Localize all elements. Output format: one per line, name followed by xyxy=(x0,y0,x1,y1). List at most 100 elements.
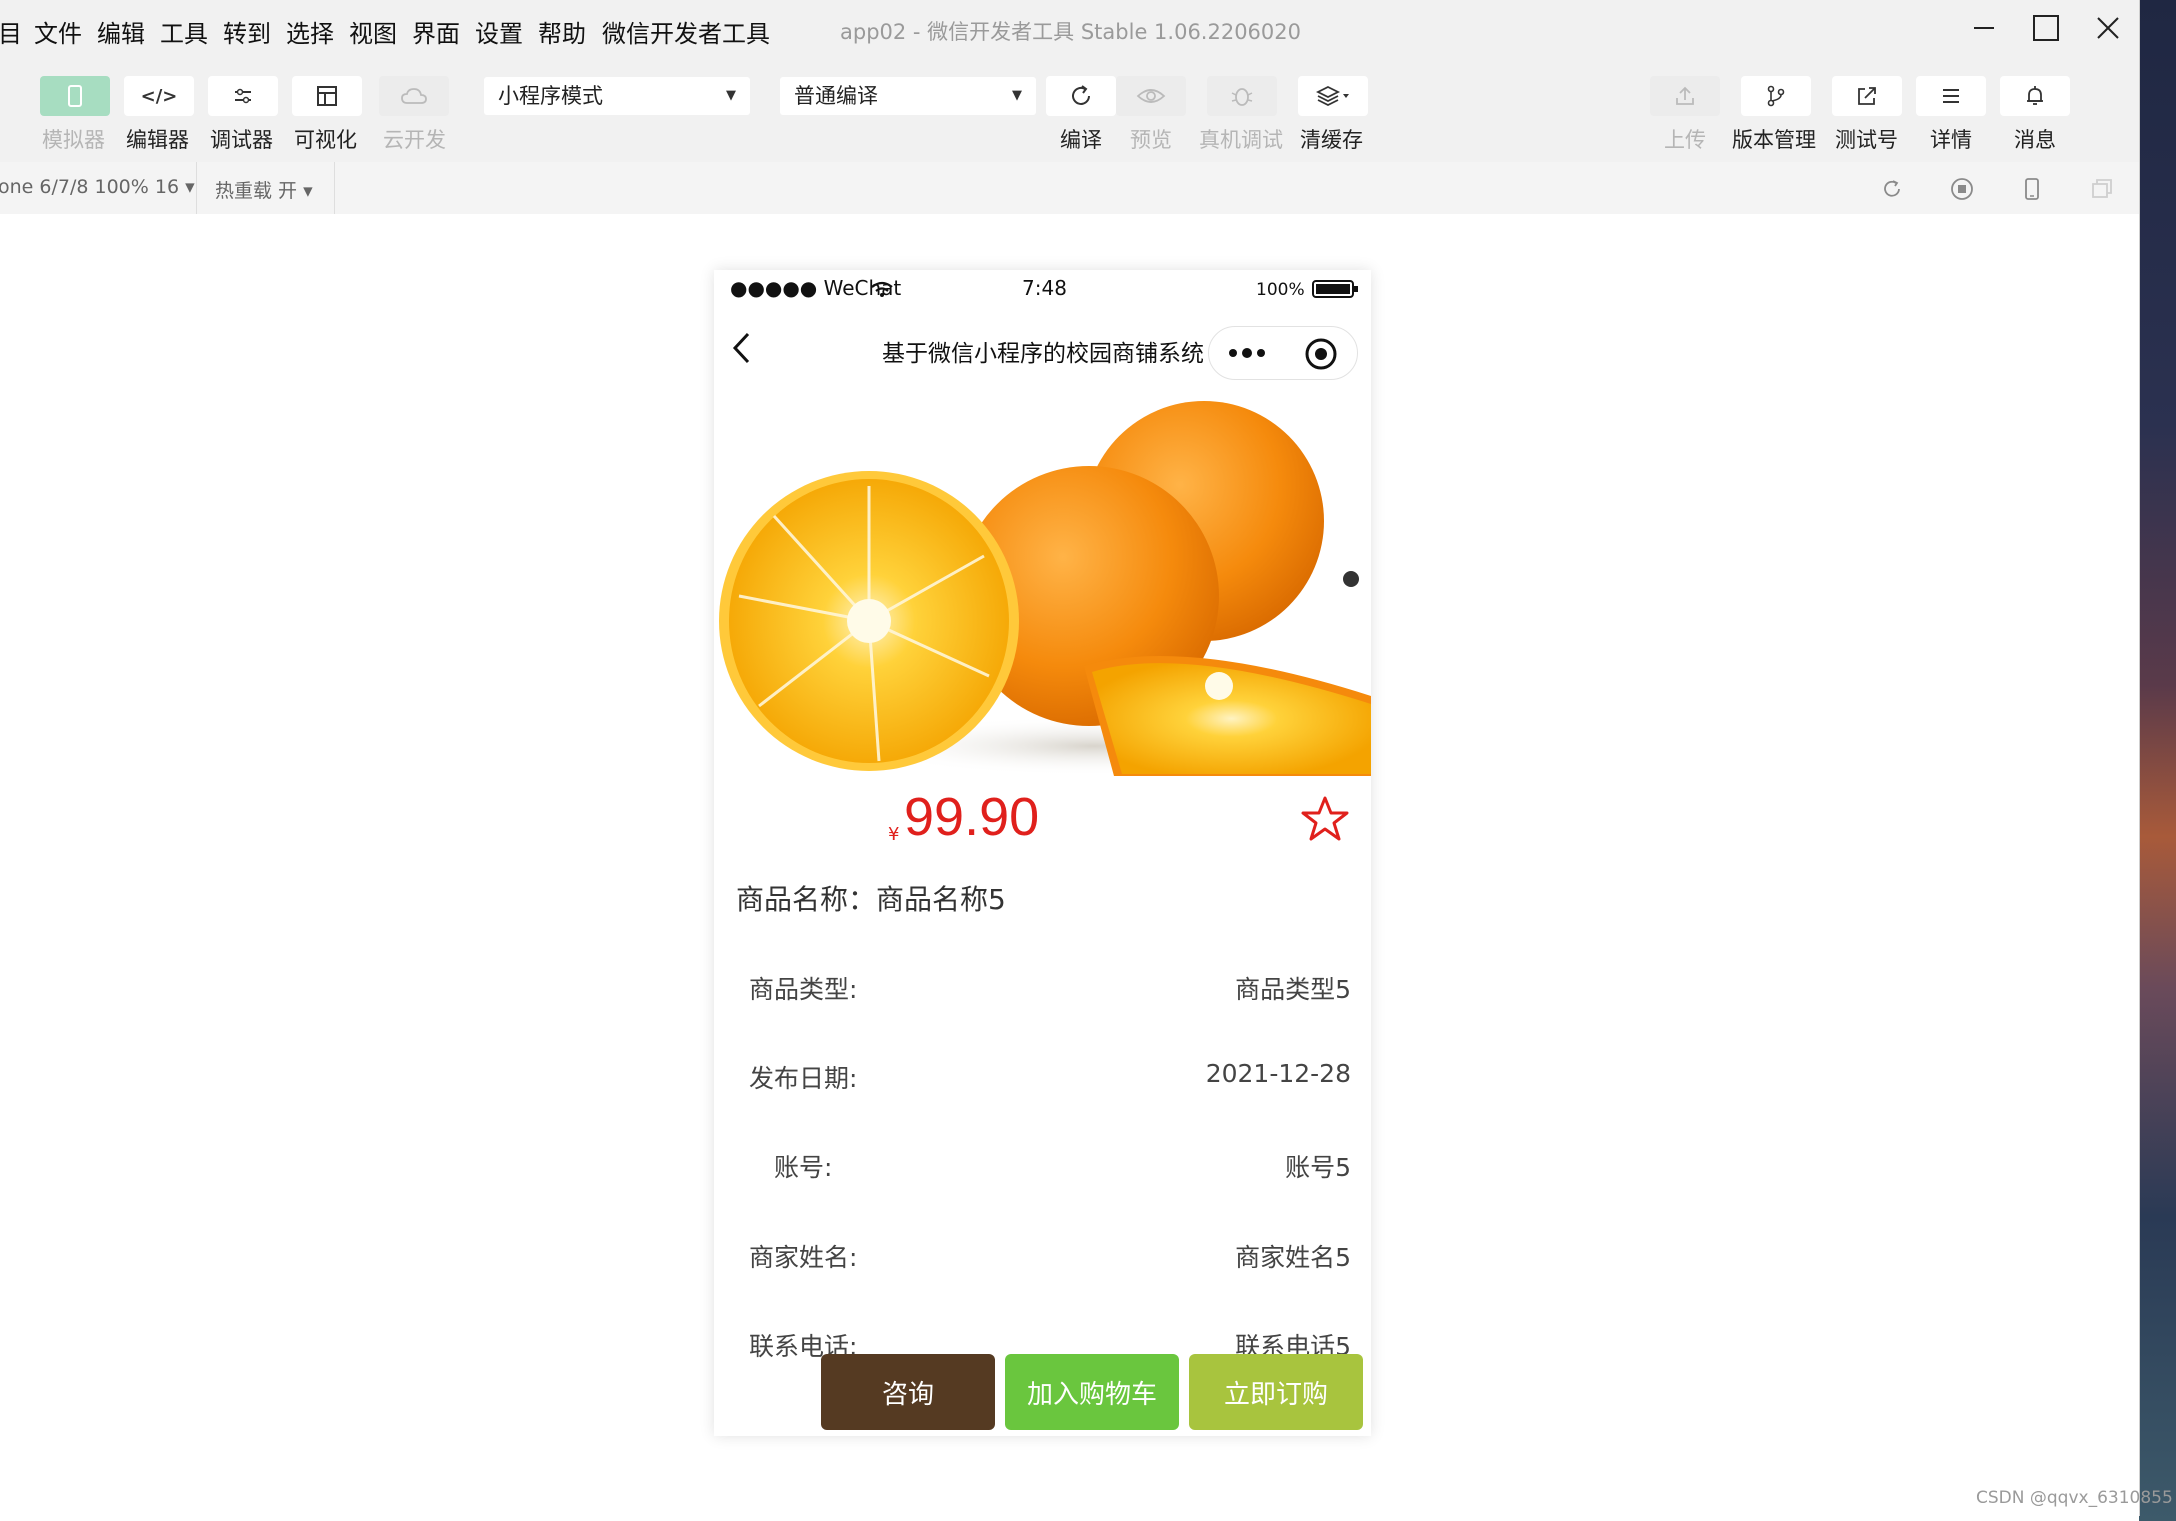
layout-icon xyxy=(317,86,337,106)
details-label: 详情 xyxy=(1930,128,1972,152)
menu-help[interactable]: 帮助 xyxy=(538,14,586,49)
visual-label: 可视化 xyxy=(294,128,357,152)
code-icon: </> xyxy=(140,85,178,107)
upload-button[interactable] xyxy=(1650,76,1720,116)
test-account-label: 测试号 xyxy=(1835,128,1898,152)
bell-icon xyxy=(2027,86,2043,105)
currency-symbol: ¥ xyxy=(888,824,900,845)
buy-now-button[interactable]: 立即订购 xyxy=(1189,1354,1363,1430)
info-label: 发布日期: xyxy=(749,1064,858,1093)
mode-select[interactable]: 小程序模式 ▼ xyxy=(484,77,750,115)
clear-cache-button[interactable] xyxy=(1298,76,1368,116)
rotate-icon[interactable] xyxy=(1879,176,1905,202)
menu-view[interactable]: 视图 xyxy=(349,14,397,49)
external-link-icon xyxy=(1858,87,1876,105)
visual-button[interactable] xyxy=(292,76,362,116)
battery-percent: 100% xyxy=(1256,280,1305,300)
refresh-icon xyxy=(1072,85,1090,105)
menu-file[interactable]: 文件 xyxy=(34,14,82,49)
phone-simulator: ●●●●● WeChat 7:48 100% 基于微信小程序的校园商铺系统 ¥ … xyxy=(714,270,1371,1436)
version-button[interactable] xyxy=(1741,76,1811,116)
editor-label: 编辑器 xyxy=(126,128,189,152)
clear-cache-label: 清缓存 xyxy=(1300,128,1363,152)
status-bar: ●●●●● WeChat 7:48 100% xyxy=(714,270,1371,310)
info-label: 商家姓名: xyxy=(749,1243,858,1272)
info-value: 账号5 xyxy=(1285,1153,1351,1182)
add-to-cart-button[interactable]: 加入购物车 xyxy=(1005,1354,1179,1430)
device-select[interactable]: one 6/7/8 100% 16 ▾ xyxy=(0,176,195,198)
nav-title: 基于微信小程序的校园商铺系统 xyxy=(882,341,1204,367)
oranges-image xyxy=(714,386,1371,776)
menu-goto[interactable]: 转到 xyxy=(223,14,271,49)
info-label: 账号: xyxy=(774,1153,833,1182)
minimize-button[interactable] xyxy=(1962,8,2006,48)
sliders-icon xyxy=(235,88,251,104)
messages-button[interactable] xyxy=(2000,76,2070,116)
menu-edit[interactable]: 编辑 xyxy=(97,14,145,49)
info-row-date: 发布日期: 2021-12-28 xyxy=(714,1051,1371,1101)
menu-interface[interactable]: 界面 xyxy=(412,14,460,49)
maximize-button[interactable] xyxy=(2024,8,2068,48)
messages-label: 消息 xyxy=(2014,128,2056,152)
menu-project[interactable]: 目 xyxy=(0,14,22,49)
minimize-icon xyxy=(1974,27,1994,29)
window-copy-icon[interactable] xyxy=(2089,176,2115,202)
goods-name: 商品名称：商品名称5 xyxy=(736,883,1006,916)
hot-reload-toggle[interactable]: 热重载 开 ▾ xyxy=(215,176,313,203)
info-value: 商家姓名5 xyxy=(1235,1243,1351,1272)
navigation-bar: 基于微信小程序的校园商铺系统 xyxy=(714,310,1371,386)
close-target-icon[interactable] xyxy=(1304,337,1338,371)
caret-down-icon: ▼ xyxy=(726,88,736,103)
price: 99.90 xyxy=(904,787,1040,847)
info-value: 2021-12-28 xyxy=(1205,1059,1351,1088)
star-icon[interactable] xyxy=(1300,794,1350,844)
simulator-button[interactable] xyxy=(40,76,110,116)
debugger-button[interactable] xyxy=(208,76,278,116)
upload-icon xyxy=(1676,86,1694,105)
devtools-window: 目 文件 编辑 工具 转到 选择 视图 界面 设置 帮助 微信开发者工具 app… xyxy=(0,0,2140,1516)
info-row-account: 账号: 账号5 xyxy=(714,1140,1371,1190)
simulator-label: 模拟器 xyxy=(42,128,105,152)
toolbar: 模拟器 </> 编辑器 调试器 可视化 云开发 小程序模式 ▼ 普通编译 ▼ 编… xyxy=(0,58,2139,162)
maximize-icon xyxy=(2033,15,2059,41)
version-label: 版本管理 xyxy=(1732,128,1816,152)
bug-icon xyxy=(1231,88,1253,106)
consult-button[interactable]: 咨询 xyxy=(821,1354,995,1430)
cloud-button[interactable] xyxy=(379,76,449,116)
battery-icon xyxy=(1312,280,1358,298)
details-button[interactable] xyxy=(1916,76,1986,116)
stop-icon[interactable] xyxy=(1949,176,1975,202)
product-image-swiper[interactable] xyxy=(714,386,1371,776)
menu-tools[interactable]: 工具 xyxy=(160,14,208,49)
phone-outline-icon[interactable] xyxy=(2019,176,2045,202)
menu-select[interactable]: 选择 xyxy=(286,14,334,49)
layers-icon xyxy=(1316,85,1349,107)
preview-button[interactable] xyxy=(1116,76,1186,116)
clock: 7:48 xyxy=(1022,276,1067,300)
preview-label: 预览 xyxy=(1130,128,1172,152)
simulator-bar: one 6/7/8 100% 16 ▾ 热重载 开 ▾ xyxy=(0,162,2139,214)
debugger-label: 调试器 xyxy=(210,128,273,152)
close-button[interactable] xyxy=(2086,8,2130,48)
menu-settings[interactable]: 设置 xyxy=(475,14,523,49)
info-label: 商品类型: xyxy=(749,975,858,1004)
phone-icon xyxy=(68,85,82,107)
compile-select[interactable]: 普通编译 ▼ xyxy=(780,77,1036,115)
capsule-menu xyxy=(1208,326,1358,380)
caret-down-icon: ▼ xyxy=(1012,88,1022,103)
upload-label: 上传 xyxy=(1664,128,1706,152)
menu-lines-icon xyxy=(1943,89,1959,103)
back-arrow-icon[interactable] xyxy=(730,330,754,366)
branch-icon xyxy=(1767,85,1785,107)
info-row-merchant: 商家姓名: 商家姓名5 xyxy=(714,1230,1371,1280)
info-value: 商品类型5 xyxy=(1235,975,1351,1004)
test-account-button[interactable] xyxy=(1832,76,1902,116)
more-dots-icon[interactable] xyxy=(1227,344,1271,362)
watermark: CSDN @qqvx_6310855 xyxy=(1976,1488,2173,1508)
menu-wechat-devtools[interactable]: 微信开发者工具 xyxy=(602,14,770,49)
close-icon xyxy=(2097,17,2119,39)
real-debug-button[interactable] xyxy=(1207,76,1277,116)
compile-button[interactable] xyxy=(1046,76,1116,116)
editor-button[interactable]: </> xyxy=(124,76,194,116)
price-row: ¥ 99.90 xyxy=(714,776,1371,876)
